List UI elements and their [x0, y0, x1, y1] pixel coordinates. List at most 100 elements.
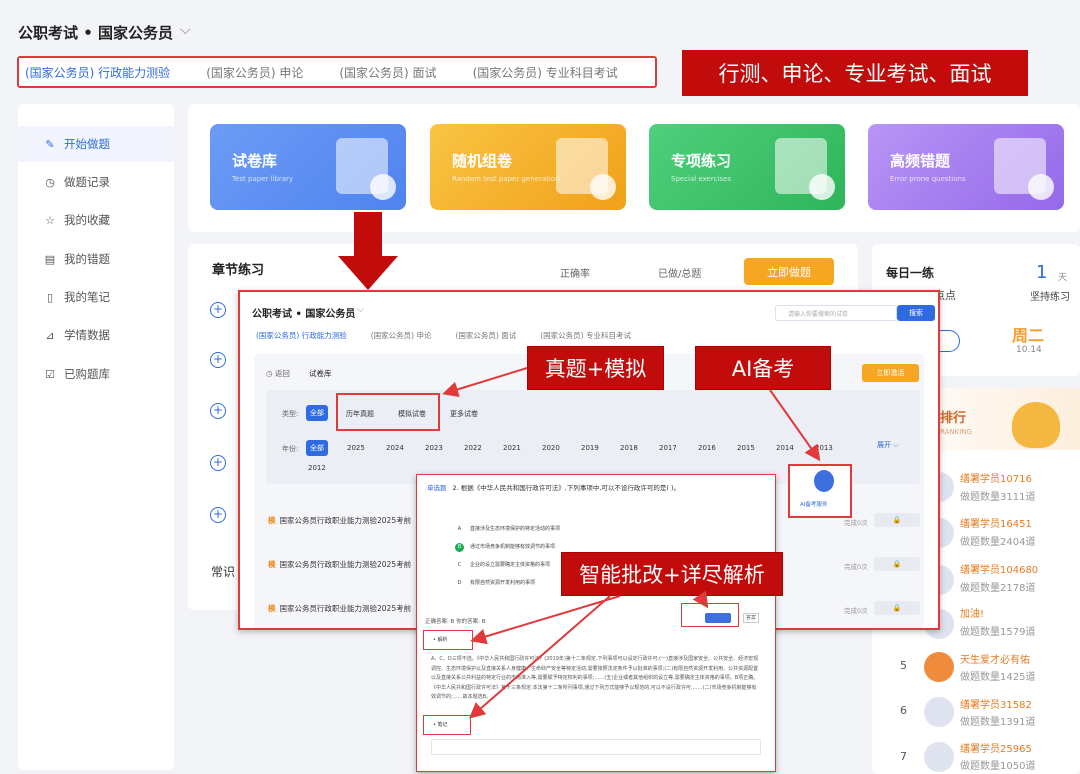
paper-row[interactable]: 模国家公务员行政职业能力测验2025考前	[268, 559, 411, 570]
lock-icon[interactable]: 🔒	[874, 557, 920, 571]
year-option[interactable]: 2019	[581, 444, 599, 452]
error-doc-icon: ▤	[44, 252, 56, 266]
paper-status: 完成0次	[844, 519, 868, 527]
paper-title: 国家公务员行政职业能力测验2025考前	[279, 516, 412, 525]
answer-button[interactable]: 答案	[743, 613, 759, 623]
year-all-button[interactable]: 全部	[306, 440, 328, 456]
lock-icon[interactable]: 🔒	[874, 513, 920, 527]
daily-title: 每日一练	[886, 266, 935, 280]
persist-label: 坚持练习	[1030, 292, 1070, 303]
s1-tabs: (国家公务员) 行政能力测验 (国家公务员) 申论 (国家公务员) 面试 (国家…	[256, 330, 631, 341]
ai-service-label: AI备考服务	[800, 502, 828, 508]
type-more[interactable]: 更多试卷	[450, 409, 478, 419]
card-random-paper[interactable]: 随机组卷 Random test paper generation	[430, 124, 626, 210]
rank-count: 做题数量2178道	[960, 583, 1036, 594]
chevron-down-icon[interactable]: ⌵	[357, 305, 364, 315]
robot-icon	[814, 470, 834, 492]
year-option[interactable]: 2023	[425, 444, 443, 452]
analysis-button[interactable]	[705, 613, 731, 623]
star-icon: ☆	[45, 213, 55, 227]
tab-shenlun[interactable]: (国家公务员) 申论	[371, 330, 432, 341]
mock-tag: 模	[268, 604, 276, 613]
option-text: 企业的设立需要确定主体资格的事项	[470, 562, 551, 568]
back-label: 返回	[274, 369, 290, 378]
rank-count: 做题数量3111道	[960, 492, 1036, 503]
sidebar-item-label: 做题记录	[64, 175, 110, 189]
year-option[interactable]: 2012	[308, 464, 326, 472]
year-option[interactable]: 2017	[659, 444, 677, 452]
tab-shenlun[interactable]: (国家公务员) 申论	[206, 64, 303, 81]
search-input[interactable]: 请输入你要搜索的试卷	[775, 305, 897, 321]
answer-summary: 正确答案: B 你的答案: B	[425, 619, 486, 625]
option-c[interactable]: C 企业的设立需要确定主体资格的事项	[455, 561, 550, 570]
chapter-title: 章节练习	[212, 263, 265, 278]
checklist-icon	[775, 138, 835, 200]
year-option[interactable]: 2015	[737, 444, 755, 452]
year-option[interactable]: 2016	[698, 444, 716, 452]
weekday: 周二	[1012, 326, 1045, 345]
year-option[interactable]: 2018	[620, 444, 638, 452]
ranking-subtitle: RANKING	[940, 428, 972, 436]
rank-count: 做题数量1391道	[960, 717, 1036, 728]
notes-label: • 笔记	[433, 722, 448, 728]
expand-icon[interactable]: +	[210, 352, 226, 368]
year-option[interactable]: 2025	[347, 444, 365, 452]
start-button[interactable]: 立即做题	[744, 258, 834, 285]
expand-icon[interactable]: +	[210, 403, 226, 419]
year-option[interactable]: 2014	[776, 444, 794, 452]
back-button[interactable]: ◷ 返回	[266, 368, 290, 379]
year-option[interactable]: 2021	[503, 444, 521, 452]
sidebar-item-mistakes[interactable]: ▤ 我的错题	[18, 241, 174, 277]
sidebar-item-favorites[interactable]: ☆ 我的收藏	[18, 202, 174, 238]
trophy-icon	[1012, 402, 1060, 448]
notes-input[interactable]	[431, 739, 761, 755]
arrow-down-head	[338, 256, 398, 290]
option-a[interactable]: A 直接涉及生态环境保护的特定活动的事项	[455, 525, 560, 534]
option-b[interactable]: B 通过市场竞争机制能够有效调节的事项	[455, 543, 555, 552]
tab-professional[interactable]: (国家公务员) 专业科目考试	[540, 330, 631, 341]
year-option[interactable]: 2013	[815, 444, 833, 452]
type-all-button[interactable]: 全部	[306, 405, 328, 421]
expand-icon[interactable]: +	[210, 507, 226, 523]
expand-icon[interactable]: +	[210, 455, 226, 471]
expand-icon[interactable]: +	[210, 302, 226, 318]
analysis-label: • 解析	[433, 637, 448, 643]
paper-title: 国家公务员行政职业能力测验2025考前	[279, 560, 412, 569]
sidebar-item-start[interactable]: ✎ 开始做题	[18, 126, 174, 162]
mock-tag: 模	[268, 516, 276, 525]
avatar	[924, 742, 954, 772]
sidebar-item-notes[interactable]: ▯ 我的笔记	[18, 279, 174, 315]
year-option[interactable]: 2024	[386, 444, 404, 452]
tab-xingce[interactable]: (国家公务员) 行政能力测验	[25, 64, 170, 81]
sidebar-item-records[interactable]: ◷ 做题记录	[18, 164, 174, 200]
magnifier-icon	[994, 138, 1054, 200]
avatar	[924, 652, 954, 682]
option-d[interactable]: D 有限自然资源开发利用的事项	[455, 579, 535, 588]
date: 10.14	[1016, 345, 1042, 355]
search-button[interactable]: 搜索	[897, 305, 935, 321]
card-paper-library[interactable]: 试卷库 Test paper library	[210, 124, 406, 210]
tab-xingce[interactable]: (国家公务员) 行政能力测验	[256, 330, 347, 341]
year-option[interactable]: 2022	[464, 444, 482, 452]
sidebar-item-label: 学情数据	[64, 328, 110, 342]
card-special-exercise[interactable]: 专项练习 Special exercises	[649, 124, 845, 210]
option-text: 直接涉及生态环境保护的特定活动的事项	[470, 526, 561, 532]
paper-row[interactable]: 模国家公务员行政职业能力测验2025考前	[268, 515, 411, 526]
year-option[interactable]: 2020	[542, 444, 560, 452]
expand-button[interactable]: 展开 ⌵	[877, 440, 899, 450]
card-error-prone[interactable]: 高频错题 Error prone questions	[868, 124, 1064, 210]
chevron-down-icon[interactable]: ⌵	[180, 22, 191, 38]
ranking-title: 排行	[940, 411, 967, 426]
tab-interview[interactable]: (国家公务员) 面试	[456, 330, 517, 341]
activate-button[interactable]: 立即激活	[862, 364, 919, 382]
document-icon	[336, 138, 396, 200]
streak-days: 1	[1036, 262, 1048, 283]
lock-icon[interactable]: 🔒	[874, 601, 920, 615]
sidebar-item-purchased[interactable]: ☑ 已购题库	[18, 356, 174, 392]
screenshot-question-analysis: 单选题 2. 根据《中华人民共和国行政许可法》,下列事项中,可以不设行政许可的是(…	[416, 474, 776, 772]
paper-row[interactable]: 模国家公务员行政职业能力测验2025考前	[268, 603, 411, 614]
tab-interview[interactable]: (国家公务员) 面试	[339, 64, 436, 81]
sidebar-item-stats[interactable]: ⊿ 学情数据	[18, 317, 174, 353]
tab-professional[interactable]: (国家公务员) 专业科目考试	[473, 64, 618, 81]
rank-number: 5	[900, 659, 907, 672]
